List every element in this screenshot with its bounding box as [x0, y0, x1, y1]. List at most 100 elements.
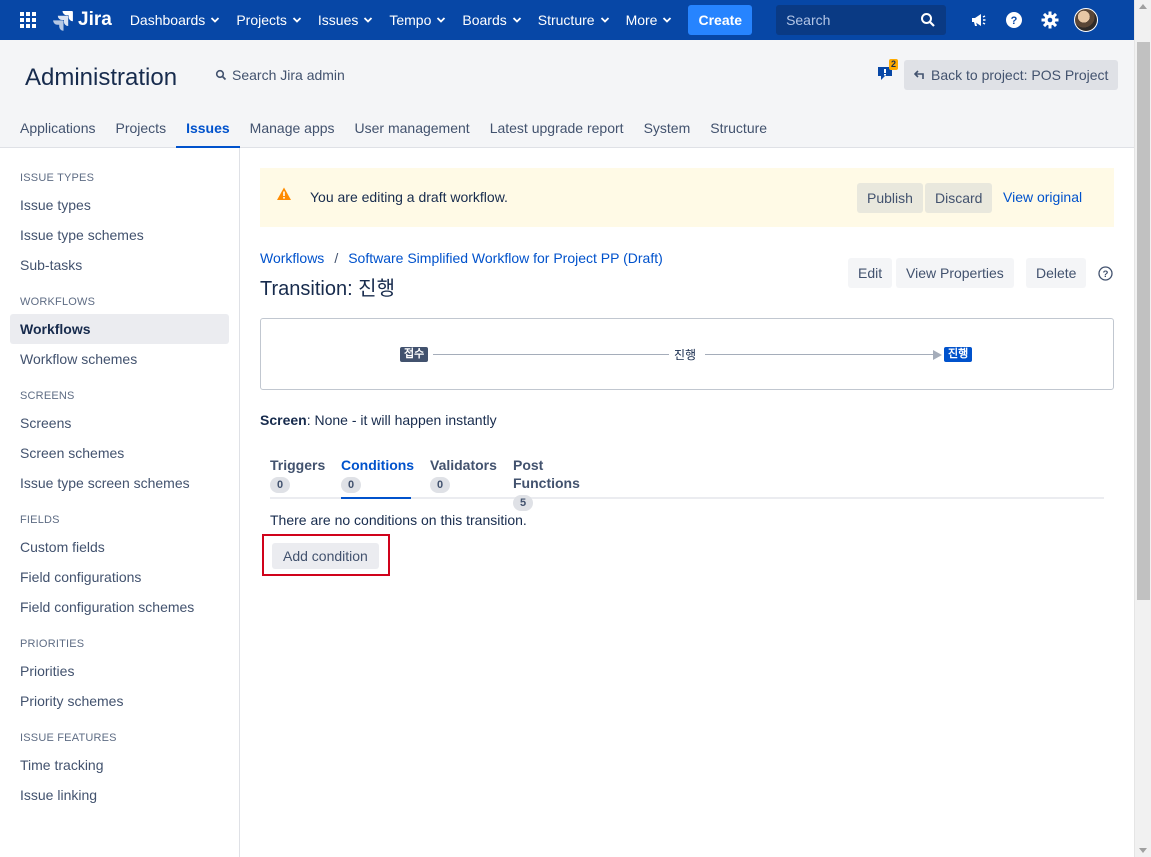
tab-count-badge: 0 [430, 477, 451, 493]
warning-icon [277, 187, 291, 200]
admin-title: Administration [25, 64, 178, 91]
tab-conditions[interactable]: Conditions 0 [341, 456, 415, 499]
tab-projects[interactable]: Projects [106, 112, 177, 148]
tab-latest-upgrade-report[interactable]: Latest upgrade report [480, 112, 634, 148]
nav-label: Structure [537, 12, 595, 28]
transition-label: 진행 [674, 348, 697, 362]
sidebar-heading-workflows: WORKFLOWS [20, 296, 96, 308]
tab-user-management[interactable]: User management [345, 112, 480, 148]
chevron-down-icon [292, 17, 302, 23]
search-icon [921, 13, 935, 27]
nav-dashboards[interactable]: Dashboards [122, 0, 229, 40]
admin-header: Administration Search Jira admin 2 Back … [0, 40, 1134, 148]
sidebar-item-workflow-schemes[interactable]: Workflow schemes [10, 344, 229, 374]
chevron-down-icon [437, 17, 446, 23]
global-search-input[interactable]: Search [776, 5, 947, 35]
edit-button[interactable]: Edit [848, 258, 893, 288]
sidebar-item-sub-tasks[interactable]: Sub-tasks [10, 250, 229, 280]
help-icon[interactable]: ? [996, 0, 1032, 40]
nav-issues[interactable]: Issues [310, 0, 381, 40]
highlight-box: Add condition [262, 534, 390, 576]
view-original-link[interactable]: View original [1003, 189, 1082, 205]
sidebar-item-issue-type-screen-schemes[interactable]: Issue type screen schemes [10, 468, 229, 498]
search-placeholder: Search [786, 12, 831, 28]
top-navigation: Jira Dashboards Projects Issues Tempo Bo… [0, 0, 1134, 40]
publish-button[interactable]: Publish [857, 183, 923, 213]
app-switcher-icon[interactable] [8, 0, 48, 40]
from-status-lozenge: 접수 [400, 347, 429, 362]
sidebar-heading-issue-features: ISSUE FEATURES [20, 732, 117, 744]
discard-button[interactable]: Discard [925, 183, 993, 213]
tab-applications[interactable]: Applications [10, 112, 106, 148]
draft-warning-banner: You are editing a draft workflow. Publis… [260, 168, 1114, 227]
sidebar-item-field-configuration-schemes[interactable]: Field configuration schemes [10, 592, 229, 622]
notifications-megaphone-icon[interactable] [960, 0, 996, 40]
tab-manage-apps[interactable]: Manage apps [240, 112, 345, 148]
page-scrollbar[interactable] [1134, 0, 1151, 857]
create-button[interactable]: Create [688, 5, 753, 35]
transition-diagram: 접수 진행 진행 [260, 318, 1114, 390]
admin-search-link[interactable]: Search Jira admin [215, 67, 345, 83]
transition-tabs: Triggers 0 Conditions 0 Validators 0 Pos… [270, 456, 1104, 511]
sidebar-item-field-configurations[interactable]: Field configurations [10, 562, 229, 592]
nav-label: Dashboards [129, 12, 206, 28]
sidebar-item-screen-schemes[interactable]: Screen schemes [10, 438, 229, 468]
nav-label: Issues [317, 12, 359, 28]
sidebar-item-issue-type-schemes[interactable]: Issue type schemes [10, 220, 229, 250]
sidebar-item-screens[interactable]: Screens [10, 408, 229, 438]
chevron-down-icon [600, 17, 609, 23]
sidebar-item-custom-fields[interactable]: Custom fields [10, 532, 229, 562]
admin-tabs: Applications Projects Issues Manage apps… [10, 112, 777, 148]
scroll-thumb[interactable] [1137, 42, 1150, 600]
screen-label: Screen [260, 412, 307, 428]
search-icon [215, 69, 227, 81]
nav-boards[interactable]: Boards [454, 0, 529, 40]
tab-issues[interactable]: Issues [176, 112, 240, 148]
settings-gear-icon[interactable] [1032, 0, 1068, 40]
tab-label: Post Functions [513, 457, 580, 491]
chevron-down-icon [512, 17, 521, 23]
notification-count-badge: 2 [889, 59, 899, 70]
nav-label: Projects [236, 12, 287, 28]
breadcrumb-workflows-link[interactable]: Workflows [260, 250, 324, 266]
tab-validators[interactable]: Validators 0 [430, 456, 497, 499]
scroll-up-arrow-icon[interactable] [1139, 4, 1147, 9]
tab-structure[interactable]: Structure [700, 112, 777, 148]
delete-button[interactable]: Delete [1026, 258, 1087, 288]
help-circle-icon[interactable]: ? [1098, 266, 1113, 281]
nav-label: Boards [462, 12, 507, 28]
sidebar-item-priority-schemes[interactable]: Priority schemes [10, 686, 229, 716]
tab-label: Validators [430, 457, 497, 473]
tab-system[interactable]: System [634, 112, 701, 148]
tab-post-functions[interactable]: Post Functions 5 [513, 456, 613, 511]
svg-text:?: ? [1103, 269, 1109, 280]
admin-notification-button[interactable]: 2 [876, 59, 899, 86]
jira-logo[interactable]: Jira [52, 9, 112, 31]
page-title: Transition: 진행 [260, 278, 395, 300]
sidebar-item-issue-types[interactable]: Issue types [10, 190, 229, 220]
to-status-lozenge: 진행 [944, 347, 973, 362]
tab-triggers[interactable]: Triggers 0 [270, 456, 330, 499]
nav-projects[interactable]: Projects [228, 0, 310, 40]
sidebar-item-time-tracking[interactable]: Time tracking [10, 750, 229, 780]
scroll-down-arrow-icon[interactable] [1139, 848, 1147, 853]
back-to-project-button[interactable]: Back to project: POS Project [904, 60, 1119, 90]
view-properties-button[interactable]: View Properties [896, 258, 1014, 288]
breadcrumb-workflow-link[interactable]: Software Simplified Workflow for Project… [348, 250, 663, 266]
svg-text:?: ? [1011, 15, 1018, 27]
tab-count-badge: 0 [341, 477, 362, 493]
sidebar-item-issue-linking[interactable]: Issue linking [10, 780, 229, 810]
nav-structure[interactable]: Structure [530, 0, 618, 40]
logo-text: Jira [78, 9, 112, 30]
nav-more[interactable]: More [618, 0, 681, 40]
sidebar-item-workflows[interactable]: Workflows [10, 314, 229, 344]
nav-tempo[interactable]: Tempo [381, 0, 454, 40]
sidebar-item-priorities[interactable]: Priorities [10, 656, 229, 686]
chevron-down-icon [211, 17, 220, 23]
back-arrow-icon [914, 70, 924, 79]
user-avatar-button[interactable] [1068, 0, 1104, 40]
add-condition-button[interactable]: Add condition [272, 543, 379, 569]
transition-line [433, 354, 669, 355]
tab-label: Conditions [341, 457, 415, 473]
screen-value: : None - it will happen instantly [306, 412, 497, 428]
